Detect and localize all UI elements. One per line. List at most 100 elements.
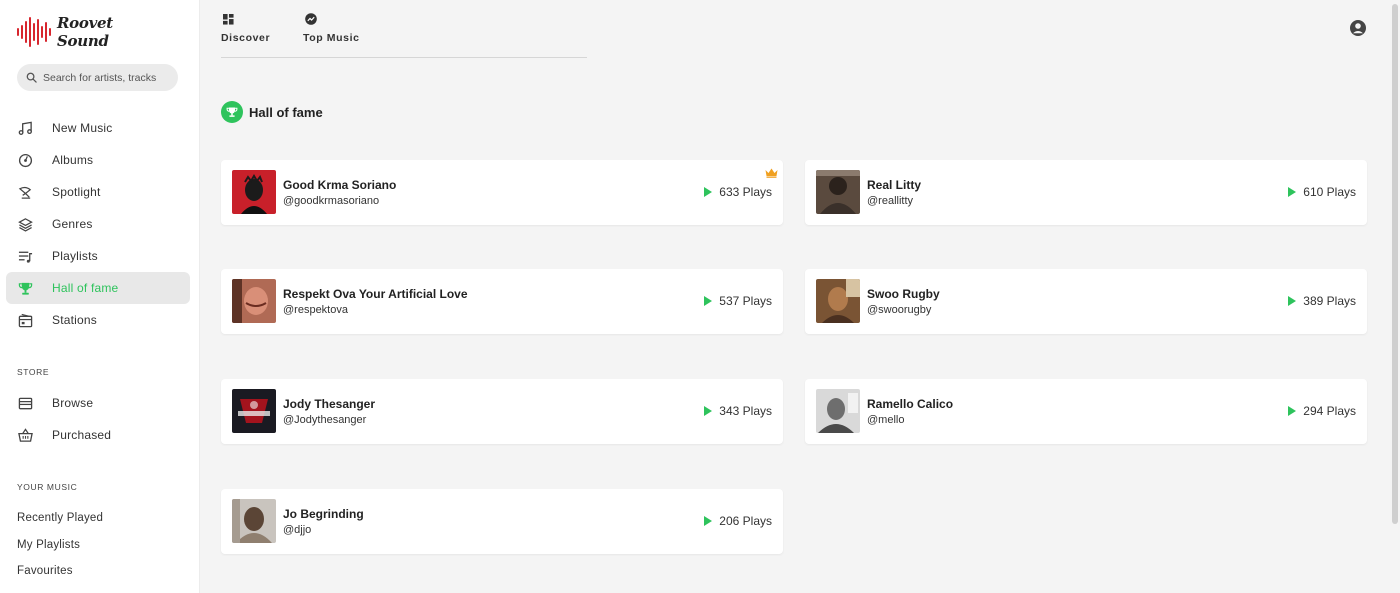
sidebar-item-new-music[interactable]: New Music xyxy=(6,112,190,144)
artist-card[interactable]: Ramello Calico @mello 294 Plays xyxy=(805,379,1367,444)
play-count[interactable]: 389 Plays xyxy=(1287,294,1356,308)
spotlight-icon xyxy=(17,184,33,200)
sidebar-item-purchased[interactable]: Purchased xyxy=(6,419,190,451)
trending-icon xyxy=(305,12,317,26)
browse-icon xyxy=(17,395,33,411)
play-count[interactable]: 610 Plays xyxy=(1287,185,1356,199)
plays-text: 343 Plays xyxy=(719,404,772,418)
basket-icon xyxy=(17,427,33,443)
play-icon xyxy=(704,296,713,306)
search-icon xyxy=(26,72,37,83)
artist-avatar xyxy=(232,279,276,323)
sidebar-item-label: New Music xyxy=(52,121,113,135)
sidebar-item-label: Hall of fame xyxy=(52,281,119,295)
artist-handle: @reallitty xyxy=(867,195,914,207)
plays-text: 610 Plays xyxy=(1303,185,1356,199)
sidebar-item-label: Stations xyxy=(52,313,97,327)
artist-avatar xyxy=(232,170,276,214)
sidebar-item-label: Spotlight xyxy=(52,185,101,199)
play-icon xyxy=(704,516,713,526)
scrollbar[interactable] xyxy=(1389,0,1400,593)
sidebar-item-label: Purchased xyxy=(52,428,112,442)
page-title: Hall of fame xyxy=(249,104,323,120)
play-count[interactable]: 633 Plays xyxy=(703,185,772,199)
sidebar-item-hall-of-fame[interactable]: Hall of fame xyxy=(6,272,190,304)
tab-discover[interactable]: Discover xyxy=(221,12,270,44)
search-box[interactable] xyxy=(17,64,178,91)
artist-card[interactable]: Jody Thesanger @Jodythesanger 343 Plays xyxy=(221,379,783,444)
sidebar-item-favourites[interactable]: Favourites xyxy=(17,558,103,585)
artist-handle: @Jodythesanger xyxy=(283,414,367,426)
album-icon xyxy=(17,152,33,168)
artist-card[interactable]: Jo Begrinding @djjo 206 Plays xyxy=(221,489,783,554)
artist-name: Good Krma Soriano xyxy=(283,178,397,192)
tab-top-music[interactable]: Top Music xyxy=(303,12,360,44)
radio-icon xyxy=(17,312,33,328)
app-logo[interactable]: Roovet Sound xyxy=(17,14,137,50)
artist-card[interactable]: Respekt Ova Your Artificial Love @respek… xyxy=(221,269,783,334)
play-count[interactable]: 294 Plays xyxy=(1287,404,1356,418)
crown-icon xyxy=(765,165,778,178)
artist-avatar xyxy=(232,499,276,543)
your-music-list: Recently Played My Playlists Favourites xyxy=(17,505,103,585)
account-icon[interactable] xyxy=(1349,19,1367,37)
sidebar-item-my-playlists[interactable]: My Playlists xyxy=(17,532,103,559)
artist-name: Jody Thesanger xyxy=(283,397,376,411)
artist-avatar xyxy=(232,389,276,433)
artist-card[interactable]: Good Krma Soriano @goodkrmasoriano 633 P… xyxy=(221,160,783,225)
soundwave-logo-icon xyxy=(17,15,51,49)
search-input[interactable] xyxy=(43,71,173,84)
plays-text: 633 Plays xyxy=(719,185,772,199)
sidebar-item-label: Browse xyxy=(52,396,94,410)
top-nav: Discover Top Music xyxy=(221,12,587,58)
artist-name: Swoo Rugby xyxy=(867,287,940,301)
sidebar-item-label: Genres xyxy=(52,217,93,231)
artist-handle: @mello xyxy=(867,414,905,426)
sidebar-item-spotlight[interactable]: Spotlight xyxy=(6,176,190,208)
play-icon xyxy=(704,406,713,416)
your-music-section-title: YOUR MUSIC xyxy=(17,482,78,492)
play-icon xyxy=(1288,406,1297,416)
tab-label: Discover xyxy=(221,32,271,44)
play-count[interactable]: 343 Plays xyxy=(703,404,772,418)
artist-name: Jo Begrinding xyxy=(283,507,364,521)
sidebar-item-label: Playlists xyxy=(52,249,98,263)
main-nav: New Music Albums Spotlight Genres Playli… xyxy=(6,112,190,336)
sidebar-item-stations[interactable]: Stations xyxy=(6,304,190,336)
artist-card[interactable]: Real Litty @reallitty 610 Plays xyxy=(805,160,1367,225)
artist-handle: @respektova xyxy=(283,304,348,316)
plays-text: 294 Plays xyxy=(1303,404,1356,418)
artist-handle: @swoorugby xyxy=(867,304,932,316)
section-heading: Hall of fame xyxy=(221,101,323,123)
grid-icon xyxy=(223,12,234,26)
sidebar-item-label: Albums xyxy=(52,153,94,167)
layers-icon xyxy=(17,216,33,232)
playlist-icon xyxy=(17,248,33,264)
store-nav: Browse Purchased xyxy=(6,387,190,451)
play-icon xyxy=(1288,187,1297,197)
tab-label: Top Music xyxy=(303,32,360,44)
sidebar-item-genres[interactable]: Genres xyxy=(6,208,190,240)
sidebar-item-browse[interactable]: Browse xyxy=(6,387,190,419)
artist-name: Respekt Ova Your Artificial Love xyxy=(283,287,468,301)
artist-avatar xyxy=(816,170,860,214)
sidebar-item-playlists[interactable]: Playlists xyxy=(6,240,190,272)
artist-handle: @goodkrmasoriano xyxy=(283,195,380,207)
artist-name: Ramello Calico xyxy=(867,397,954,411)
artist-handle: @djjo xyxy=(283,524,312,536)
plays-text: 206 Plays xyxy=(719,514,772,528)
app-name: Roovet Sound xyxy=(57,14,113,50)
play-icon xyxy=(704,187,713,197)
trophy-icon xyxy=(221,101,243,123)
scrollbar-thumb[interactable] xyxy=(1392,4,1398,524)
play-count[interactable]: 537 Plays xyxy=(703,294,772,308)
plays-text: 537 Plays xyxy=(719,294,772,308)
sidebar-item-albums[interactable]: Albums xyxy=(6,144,190,176)
artist-avatar xyxy=(816,279,860,323)
play-count[interactable]: 206 Plays xyxy=(703,514,772,528)
music-note-icon xyxy=(17,120,33,136)
artist-name: Real Litty xyxy=(867,178,922,192)
sidebar-item-recently-played[interactable]: Recently Played xyxy=(17,505,103,532)
artist-avatar xyxy=(816,389,860,433)
artist-card[interactable]: Swoo Rugby @swoorugby 389 Plays xyxy=(805,269,1367,334)
